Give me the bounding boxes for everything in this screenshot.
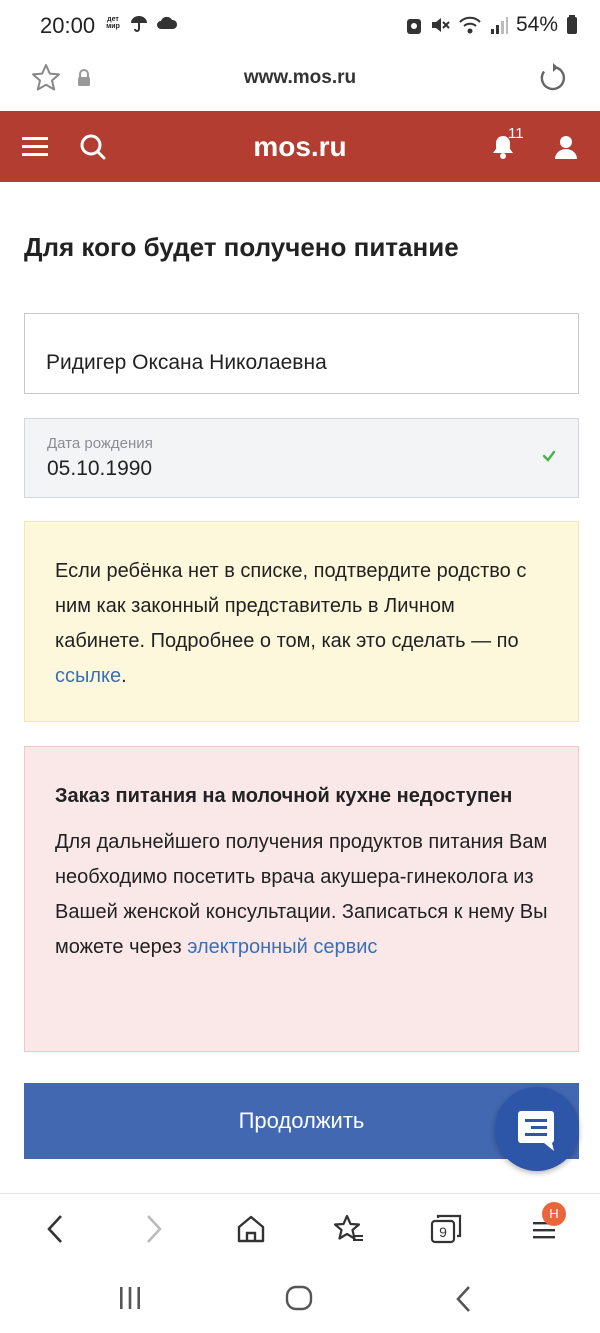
recents-icon[interactable] xyxy=(118,1285,142,1311)
birthdate-field[interactable]: Дата рождения 05.10.1990 xyxy=(24,418,579,498)
recipient-select[interactable]: Ридигер Оксана Николаевна xyxy=(24,313,579,394)
user-icon[interactable] xyxy=(553,134,579,160)
chat-button[interactable] xyxy=(495,1087,579,1171)
browser-url-bar: www.mos.ru xyxy=(0,50,600,110)
status-time: 20:00 xyxy=(40,13,96,38)
bookmarks-icon[interactable] xyxy=(333,1214,365,1244)
warning-notice: Заказ питания на молочной кухне недоступ… xyxy=(24,746,579,1052)
birthdate-value: 05.10.1990 xyxy=(47,457,153,480)
umbrella-icon xyxy=(131,16,147,32)
warning-text: Для дальнейшего получения продуктов пита… xyxy=(55,831,548,958)
page-title: Для кого будет получено питание xyxy=(24,232,459,262)
status-bar: 20:00 дет мир 54% xyxy=(0,0,600,50)
home-icon[interactable] xyxy=(236,1214,266,1244)
mute-icon xyxy=(431,18,450,32)
chat-icon xyxy=(518,1111,554,1151)
nav-back-icon[interactable] xyxy=(454,1285,474,1313)
forward-icon[interactable] xyxy=(143,1214,165,1244)
nav-home-icon[interactable] xyxy=(285,1285,313,1313)
info-link[interactable]: ссылке xyxy=(55,665,121,687)
tabs-count: 9 xyxy=(439,1224,447,1240)
battery-percent: 54% xyxy=(515,13,558,36)
browser-toolbar: 9 H xyxy=(0,1193,600,1265)
tabs-icon[interactable]: 9 xyxy=(430,1214,462,1244)
back-icon[interactable] xyxy=(44,1214,66,1244)
warning-title: Заказ питания на молочной кухне недоступ… xyxy=(55,785,513,807)
reload-icon[interactable] xyxy=(537,62,569,94)
electronic-service-link[interactable]: электронный сервис xyxy=(187,936,377,958)
battery-icon xyxy=(567,15,577,34)
site-header: mos.ru 11 xyxy=(0,111,600,182)
signal-icon xyxy=(490,17,508,34)
url-text[interactable]: www.mos.ru xyxy=(0,67,600,89)
menu-badge: H xyxy=(542,1202,566,1226)
info-notice: Если ребёнка нет в списке, подтвердите р… xyxy=(24,521,579,722)
check-icon xyxy=(542,450,556,462)
birthdate-label: Дата рождения xyxy=(47,435,153,452)
notifications-count: 11 xyxy=(508,125,524,142)
detmir-icon: дет мир xyxy=(106,16,120,30)
recipient-name: Ридигер Оксана Николаевна xyxy=(46,351,327,374)
cloud-icon xyxy=(157,16,178,29)
wifi-icon xyxy=(459,16,481,34)
vpn-icon xyxy=(406,19,421,34)
system-nav-bar xyxy=(0,1265,600,1333)
info-notice-text: Если ребёнка нет в списке, подтвердите р… xyxy=(55,560,527,687)
